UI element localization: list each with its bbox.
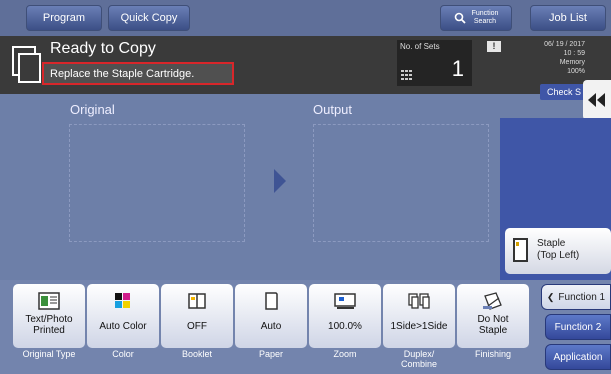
application-tab[interactable]: Application	[545, 344, 611, 370]
duplex-icon	[408, 293, 430, 309]
output-preview	[313, 124, 489, 242]
double-chevron-left-icon	[588, 93, 605, 107]
finishing-button[interactable]: Do Not Staple	[457, 284, 529, 348]
function-1-tab[interactable]: ❮ Function 1	[541, 284, 611, 310]
memory-label: Memory	[559, 59, 585, 66]
original-type-icon	[38, 292, 60, 310]
status-panel: Ready to Copy Replace the Staple Cartrid…	[0, 36, 611, 94]
function-1-label: Function 1	[558, 291, 606, 303]
duplex-value: 1Side>1Side	[390, 321, 448, 332]
sets-label: No. of Sets	[400, 42, 440, 51]
job-list-button[interactable]: Job List	[530, 5, 606, 31]
booklet-label: Booklet	[181, 349, 213, 359]
original-type-button[interactable]: Text/Photo Printed	[13, 284, 85, 348]
memory-value: 100%	[567, 68, 585, 75]
date-time-memory: 06/ 19 / 2017 10 : 59 Memory 100%	[544, 40, 585, 76]
color-label: Color	[112, 349, 134, 359]
keypad-icon	[401, 70, 412, 80]
function-2-tab[interactable]: Function 2	[545, 314, 611, 340]
staple-label: Staple (Top Left)	[537, 238, 580, 261]
zoom-button[interactable]: 100.0%	[309, 284, 381, 348]
time-text: 10 : 59	[563, 50, 585, 57]
finishing-icon	[483, 292, 502, 310]
sets-value: 1	[451, 56, 464, 81]
paper-icon	[265, 292, 278, 310]
finishing-value: Do Not Staple	[477, 314, 509, 336]
duplex-combine-label: Duplex/Combine	[400, 349, 438, 369]
function-search-button[interactable]: Function Search	[440, 5, 512, 31]
search-icon	[454, 12, 466, 24]
number-of-sets[interactable]: No. of Sets 1	[397, 40, 472, 86]
paper-button[interactable]: Auto	[235, 284, 307, 348]
booklet-button[interactable]: OFF	[161, 284, 233, 348]
program-button[interactable]: Program	[26, 5, 102, 31]
booklet-icon	[188, 293, 206, 309]
original-label: Original	[70, 102, 115, 117]
warning-icon[interactable]: !	[487, 41, 501, 52]
collapse-panel-button[interactable]	[583, 80, 611, 120]
color-icon	[115, 293, 130, 308]
status-title: Ready to Copy	[50, 40, 156, 57]
duplex-combine-button[interactable]: 1Side>1Side	[383, 284, 455, 348]
paper-label: Paper	[258, 349, 284, 359]
check-settings-button[interactable]: Check S	[540, 84, 584, 100]
quick-copy-button[interactable]: Quick Copy	[108, 5, 190, 31]
original-type-label: Original Type	[22, 349, 76, 359]
staple-setting-button[interactable]: Staple (Top Left)	[505, 228, 611, 274]
chevron-left-icon: ❮	[546, 291, 555, 302]
original-type-value: Text/Photo Printed	[25, 314, 73, 336]
top-bar: Program Quick Copy Function Search Job L…	[0, 0, 611, 36]
status-message: Replace the Staple Cartridge.	[42, 62, 234, 85]
zoom-value: 100.0%	[328, 321, 362, 332]
copy-mode-icon	[12, 46, 41, 83]
function-search-label: Function Search	[471, 10, 499, 25]
paper-value: Auto	[260, 321, 282, 332]
original-preview	[69, 124, 245, 242]
date-text: 06/ 19 / 2017	[544, 41, 585, 48]
zoom-label: Zoom	[333, 349, 357, 359]
color-value: Auto Color	[99, 321, 147, 332]
staple-icon	[513, 238, 528, 262]
zoom-icon	[334, 293, 356, 309]
finishing-label: Finishing	[474, 349, 512, 359]
output-label: Output	[313, 102, 353, 117]
arrow-right-icon	[274, 169, 286, 193]
color-button[interactable]: Auto Color	[87, 284, 159, 348]
booklet-value: OFF	[187, 321, 207, 332]
